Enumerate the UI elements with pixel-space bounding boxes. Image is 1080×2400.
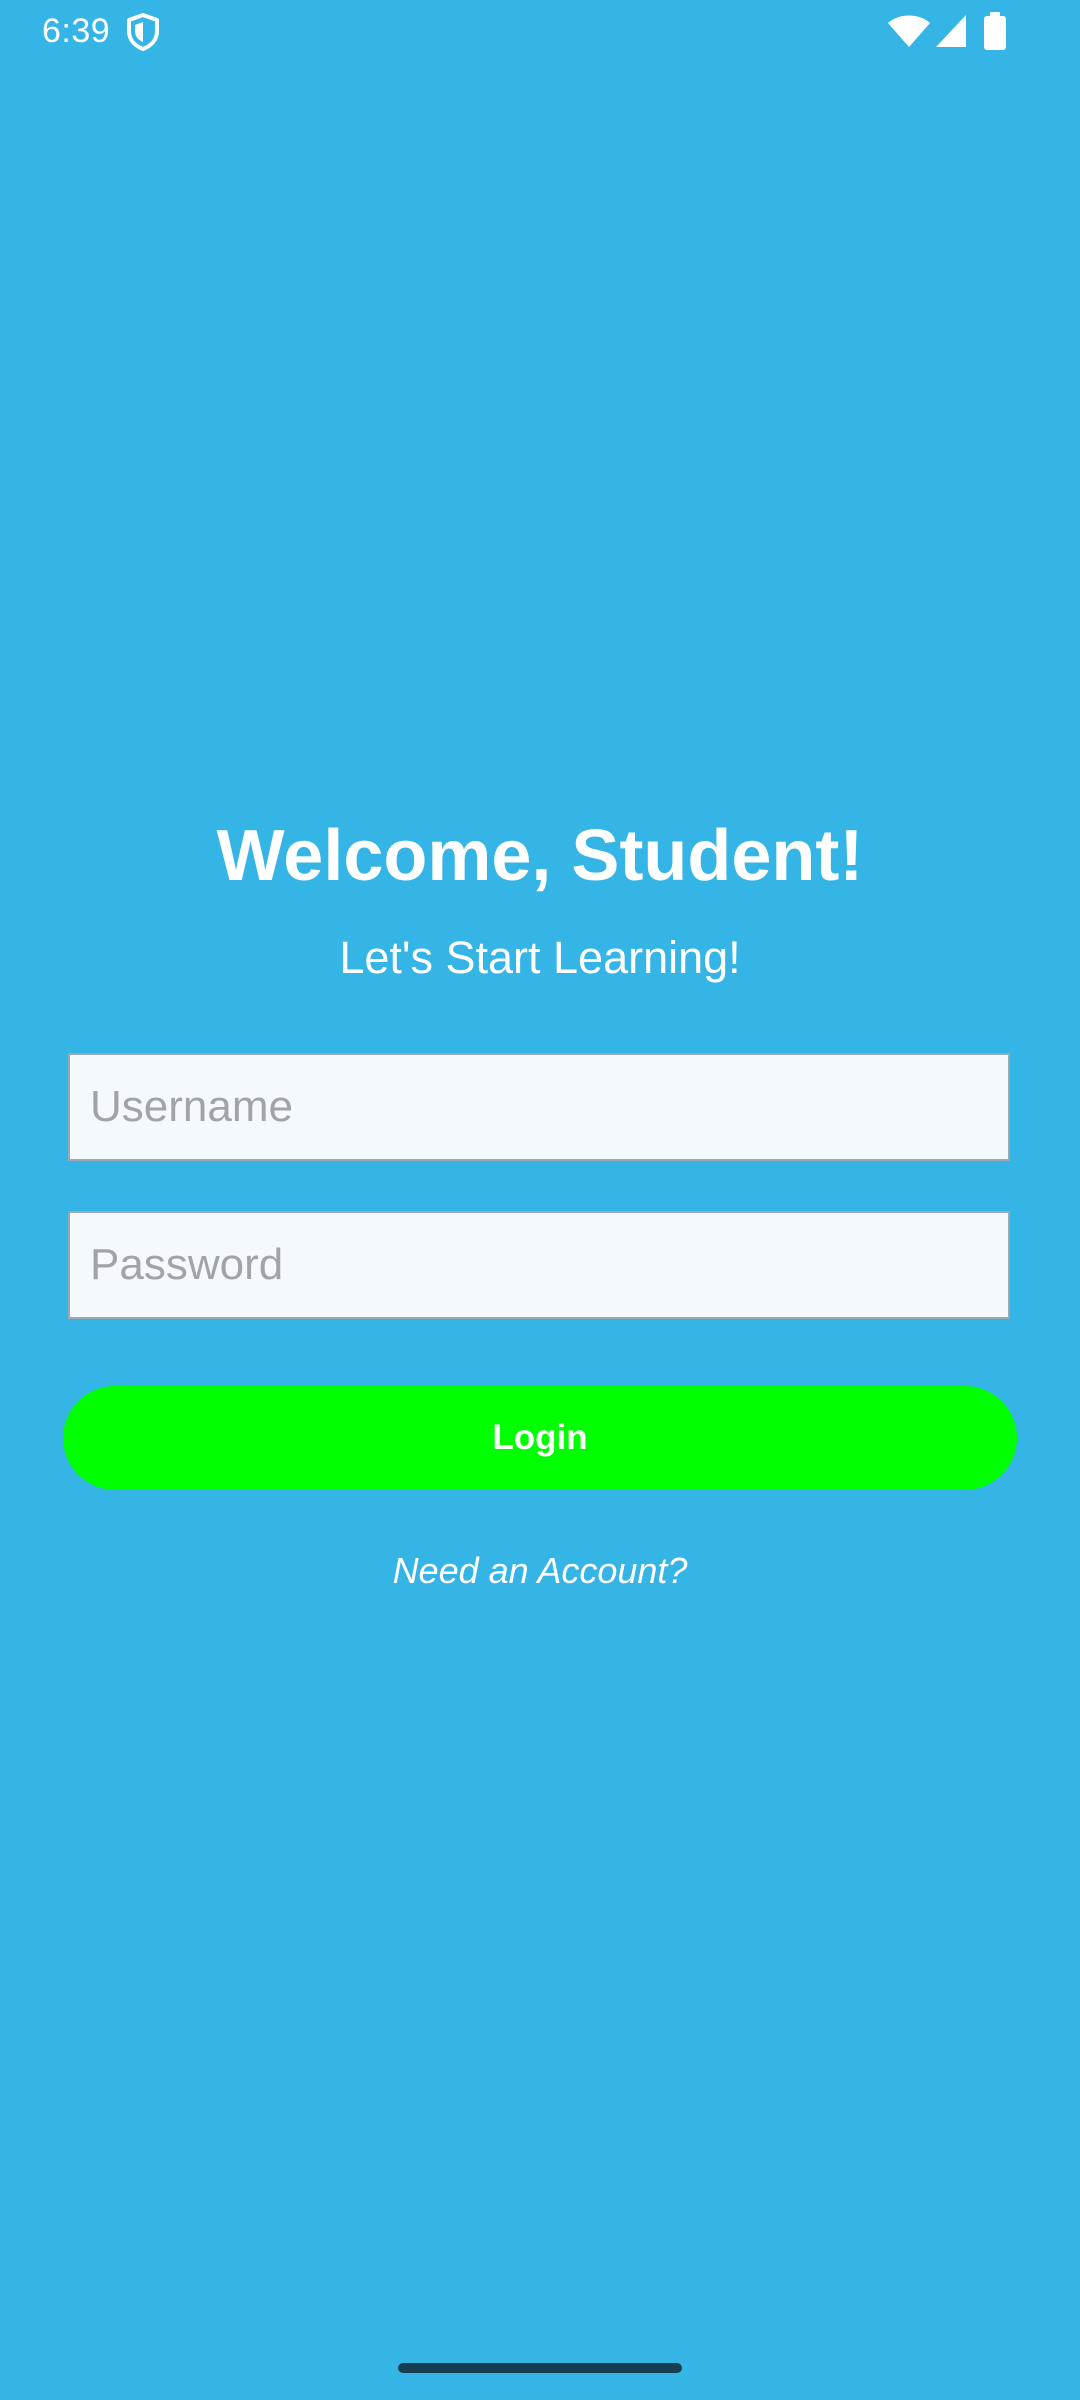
need-account-link[interactable]: Need an Account?: [0, 1546, 1080, 1596]
battery-icon: [984, 12, 1006, 50]
signal-icon: [936, 15, 966, 47]
username-field[interactable]: [68, 1053, 1010, 1161]
subtitle: Let's Start Learning!: [339, 932, 741, 983]
password-field[interactable]: [68, 1211, 1010, 1319]
home-indicator[interactable]: [398, 2363, 682, 2373]
welcome-title: Welcome, Student!: [216, 816, 864, 896]
login-button[interactable]: Login: [63, 1386, 1017, 1490]
shield-icon: [127, 13, 159, 51]
status-bar: 6:39: [0, 0, 1080, 64]
status-time: 6:39: [42, 12, 111, 50]
wifi-icon: [888, 15, 930, 47]
